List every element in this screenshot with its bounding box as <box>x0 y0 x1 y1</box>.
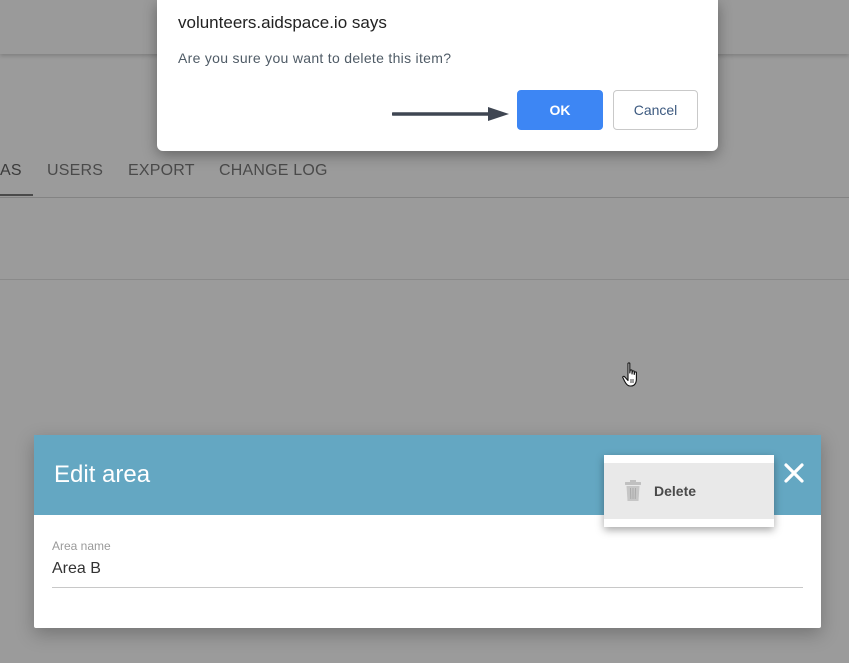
hand-cursor-icon <box>622 362 637 387</box>
area-name-input[interactable]: Area B <box>52 560 101 578</box>
close-icon[interactable] <box>782 461 806 485</box>
ok-button[interactable]: OK <box>517 90 603 130</box>
tab-bar: AS USERS EXPORT CHANGE LOG <box>0 150 849 198</box>
panel-title: Edit area <box>54 461 151 488</box>
divider <box>0 279 849 280</box>
context-menu: Delete <box>604 455 774 527</box>
tab-export[interactable]: EXPORT <box>128 162 195 180</box>
tab-areas[interactable]: AS <box>0 162 22 180</box>
cancel-button[interactable]: Cancel <box>613 90 698 130</box>
dialog-message: Are you sure you want to delete this ite… <box>178 50 452 66</box>
tab-users[interactable]: USERS <box>47 162 103 180</box>
tab-change-log[interactable]: CHANGE LOG <box>219 162 328 180</box>
area-name-label: Area name <box>52 539 111 553</box>
trash-icon <box>625 480 641 501</box>
input-underline <box>52 587 803 588</box>
arrow-annotation-icon <box>392 107 509 121</box>
delete-menu-item[interactable]: Delete <box>604 463 774 519</box>
active-tab-indicator <box>0 194 33 196</box>
confirm-dialog: volunteers.aidspace.io says Are you sure… <box>157 0 718 151</box>
dialog-title: volunteers.aidspace.io says <box>178 13 387 32</box>
delete-label: Delete <box>654 483 697 499</box>
